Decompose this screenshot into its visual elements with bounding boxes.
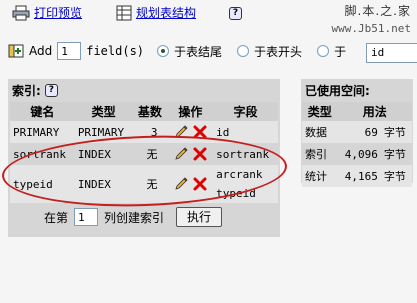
- space-header-row: 类型 用法: [302, 102, 412, 121]
- create-index-row: 在第 列创建索引 执行: [44, 207, 280, 227]
- edit-pencil-icon[interactable]: [173, 124, 189, 140]
- radio-table-end[interactable]: [157, 45, 170, 57]
- radio-after-field[interactable]: [317, 45, 330, 57]
- print-preview-link[interactable]: 打印预览: [12, 4, 82, 21]
- table-row: PRIMARY PRIMARY 3 id: [10, 121, 278, 143]
- index-table: 键名 类型 基数 操作 字段 PRIMARY PRIMARY 3 id sort…: [10, 102, 278, 203]
- index-panel: 索引: ? 键名 类型 基数 操作 字段 PRIMARY PRIMARY 3 i…: [8, 79, 280, 237]
- space-table: 类型 用法 数据 69 字节 索引 4,096 字节 统计 4,165 字节: [302, 102, 412, 187]
- after-field-select[interactable]: id: [366, 43, 417, 63]
- space-unit-cell: 字节: [380, 121, 412, 143]
- space-type-cell: 索引: [302, 143, 338, 165]
- add-field-row: Add field(s) 于表结尾 于表开头 于: [8, 42, 346, 60]
- create-index-count-input[interactable]: [74, 208, 99, 226]
- table-structure-icon: [116, 5, 132, 20]
- cardinality-cell: 3: [132, 121, 168, 143]
- space-unit-cell: 字节: [380, 165, 412, 187]
- col-keyname: 键名: [10, 102, 75, 121]
- table-row: 索引 4,096 字节: [302, 143, 412, 165]
- field-cell: arcrank: [213, 165, 278, 184]
- radio-table-end-label: 于表结尾: [174, 44, 223, 59]
- print-preview-label: 打印预览: [34, 6, 83, 20]
- table-row: 数据 69 字节: [302, 121, 412, 143]
- action-cell: [167, 121, 214, 143]
- cardinality-cell: 无: [132, 165, 168, 203]
- col-action: 操作: [167, 102, 214, 121]
- keyname-cell: typeid: [10, 165, 75, 203]
- action-cell: [167, 165, 214, 203]
- space-type-cell: 统计: [302, 165, 338, 187]
- type-cell: INDEX: [74, 143, 133, 165]
- col-type: 类型: [74, 102, 133, 121]
- space-type-cell: 数据: [302, 121, 338, 143]
- fields-label: field(s): [86, 44, 145, 58]
- create-index-suffix: 列创建索引: [104, 210, 165, 225]
- create-index-prefix: 在第: [44, 210, 69, 225]
- col-space-type: 类型: [302, 102, 338, 121]
- watermark-brand: 脚.本.之.家: [344, 4, 411, 18]
- space-usage-panel: 已使用空间: 类型 用法 数据 69 字节 索引 4,096 字节 统计 4,1…: [301, 79, 413, 187]
- action-cell: [167, 143, 214, 165]
- field-count-input[interactable]: [57, 42, 82, 60]
- space-unit-cell: 字节: [380, 143, 412, 165]
- plan-structure-link[interactable]: 规划表结构: [116, 4, 196, 21]
- index-header-row: 键名 类型 基数 操作 字段: [10, 102, 278, 121]
- type-cell: INDEX: [74, 165, 133, 203]
- space-value-cell: 69: [337, 121, 381, 143]
- radio-table-start-label: 于表开头: [254, 44, 303, 59]
- field-cell: sortrank: [213, 143, 278, 165]
- cardinality-cell: 无: [132, 143, 168, 165]
- watermark-url: www.Jb51.net: [331, 22, 411, 35]
- index-help-icon[interactable]: ?: [44, 84, 58, 97]
- radio-table-start[interactable]: [237, 45, 250, 57]
- plan-structure-label: 规划表结构: [136, 6, 197, 20]
- table-row: typeid INDEX 无 arcrank: [10, 165, 278, 203]
- table-row: 统计 4,165 字节: [302, 165, 412, 187]
- edit-pencil-icon[interactable]: [173, 146, 189, 162]
- execute-button[interactable]: 执行: [176, 207, 223, 227]
- table-row: sortrank INDEX 无 sortrank: [10, 143, 278, 165]
- help-icon[interactable]: ?: [229, 7, 242, 20]
- type-cell: PRIMARY: [74, 121, 133, 143]
- keyname-cell: PRIMARY: [10, 121, 75, 143]
- index-panel-title-row: 索引: ?: [8, 79, 280, 102]
- add-column-icon: [8, 44, 24, 58]
- space-value-cell: 4,165: [337, 165, 381, 187]
- delete-x-icon[interactable]: [192, 146, 208, 162]
- edit-pencil-icon[interactable]: [173, 176, 189, 192]
- field-cell: id: [213, 121, 278, 143]
- keyname-cell: sortrank: [10, 143, 75, 165]
- space-title: 已使用空间:: [305, 84, 370, 98]
- radio-after-field-label: 于: [334, 44, 347, 59]
- col-field: 字段: [213, 102, 278, 121]
- space-value-cell: 4,096: [337, 143, 381, 165]
- field-cell: typeid: [213, 184, 278, 203]
- col-cardinality: 基数: [132, 102, 168, 121]
- printer-icon: [12, 5, 30, 20]
- delete-x-icon[interactable]: [192, 124, 208, 140]
- add-label: Add: [29, 44, 53, 58]
- col-space-usage: 用法: [337, 102, 412, 121]
- index-title: 索引:: [12, 84, 41, 98]
- delete-x-icon[interactable]: [192, 176, 208, 192]
